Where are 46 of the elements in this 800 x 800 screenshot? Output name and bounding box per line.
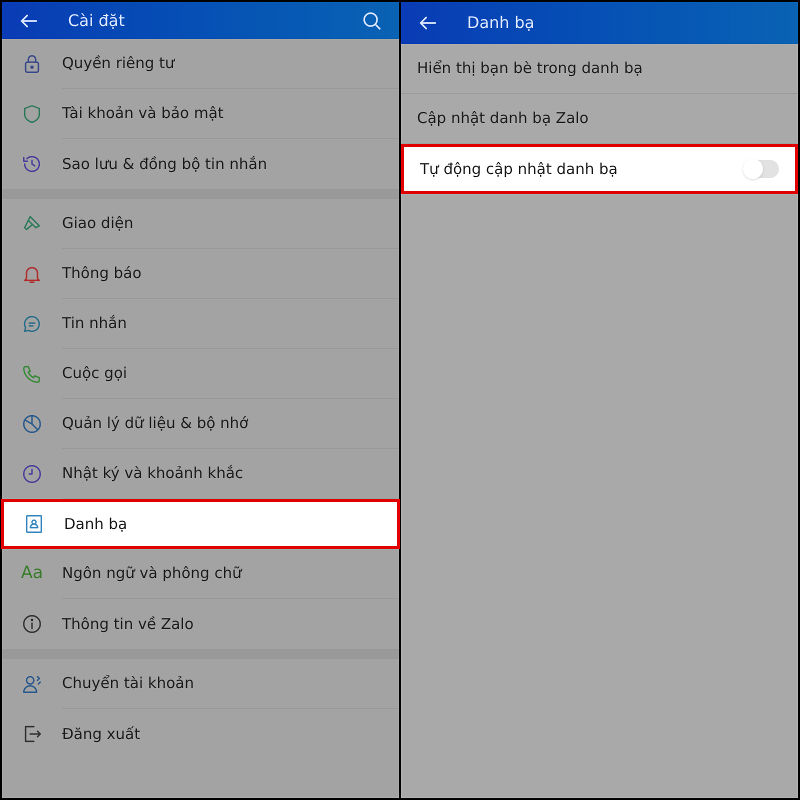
item-label: Chuyển tài khoản	[62, 673, 194, 694]
item-label: Sao lưu & đồng bộ tin nhắn	[62, 154, 268, 175]
shield-icon	[21, 103, 43, 125]
header-title: Cài đặt	[68, 10, 126, 32]
settings-item[interactable]: Thông báo	[2, 249, 399, 299]
item-label: Ngôn ngữ và phông chữ	[62, 563, 242, 584]
item-label: Thông báo	[62, 263, 142, 284]
header-title: Danh bạ	[467, 12, 534, 34]
chat-bubble-icon	[21, 313, 43, 335]
item-label: Danh bạ	[64, 514, 128, 535]
item-label: Cuộc gọi	[62, 363, 128, 384]
contact-card-icon	[23, 513, 45, 535]
settings-item[interactable]: Chuyển tài khoản	[2, 659, 399, 709]
item-label: Quản lý dữ liệu & bộ nhớ	[62, 413, 248, 434]
search-icon[interactable]	[361, 10, 383, 32]
settings-item[interactable]: Cuộc gọi	[2, 349, 399, 399]
item-label: Đăng xuất	[62, 724, 140, 745]
settings-item[interactable]: Tự động cập nhật danh bạ	[401, 144, 798, 194]
settings-item[interactable]: Tin nhắn	[2, 299, 399, 349]
phone-icon	[21, 363, 43, 385]
pie-chart-icon	[21, 413, 43, 435]
settings-item[interactable]: Tài khoản và bảo mật	[2, 89, 399, 139]
item-label: Thông tin về Zalo	[62, 614, 194, 635]
info-icon	[21, 613, 43, 635]
item-label: Tài khoản và bảo mật	[62, 103, 224, 124]
settings-item[interactable]: Sao lưu & đồng bộ tin nhắn	[2, 139, 399, 189]
clock-icon	[21, 463, 43, 485]
settings-item[interactable]: Thông tin về Zalo	[2, 599, 399, 649]
font-icon: Aa	[20, 561, 44, 587]
item-label: Cập nhật danh bạ Zalo	[417, 108, 590, 130]
item-label: Nhật ký và khoảnh khắc	[62, 463, 244, 484]
item-label: Tự động cập nhật danh bạ	[420, 158, 619, 180]
settings-item[interactable]: Đăng xuất	[2, 709, 399, 759]
switch-account-icon	[21, 673, 43, 695]
toggle-switch[interactable]	[743, 160, 779, 178]
settings-item[interactable]: Quản lý dữ liệu & bộ nhớ	[2, 399, 399, 449]
item-label: Hiển thị bạn bè trong danh bạ	[417, 58, 644, 80]
settings-item[interactable]: Hiển thị bạn bè trong danh bạ	[401, 44, 798, 94]
settings-item[interactable]: Giao diện	[2, 199, 399, 249]
settings-item[interactable]: Aa Ngôn ngữ và phông chữ	[2, 549, 399, 599]
item-label: Giao diện	[62, 213, 134, 234]
history-icon	[21, 153, 43, 175]
item-label: Tin nhắn	[62, 313, 127, 334]
settings-item[interactable]: Danh bạ	[1, 499, 400, 549]
item-label: Quyền riêng tư	[62, 53, 174, 74]
settings-item[interactable]: Quyền riêng tư	[2, 39, 399, 89]
